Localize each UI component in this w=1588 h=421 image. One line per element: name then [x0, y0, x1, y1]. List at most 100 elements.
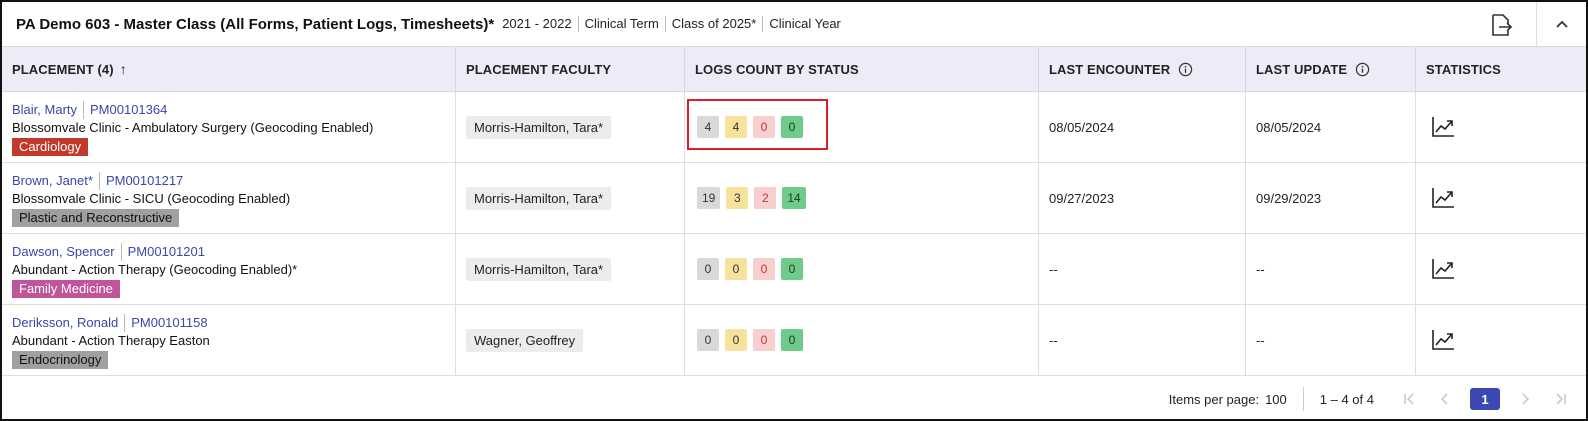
year-type: Clinical Year: [762, 16, 847, 32]
paginator: Items per page: 100 1 – 4 of 4 1: [2, 379, 1586, 419]
placements-table: PLACEMENT (4) ↑ PLACEMENT FACULTY LOGS C…: [2, 46, 1586, 376]
last-encounter-cell: 08/05/2024: [1039, 92, 1246, 162]
placement-id-link[interactable]: PM00101201: [120, 242, 205, 261]
placement-cell: Deriksson, Ronald PM00101158 Abundant - …: [2, 305, 456, 375]
count-approved[interactable]: 0: [781, 116, 803, 138]
table-row: Deriksson, Ronald PM00101158 Abundant - …: [2, 305, 1586, 376]
academic-year: 2021 - 2022: [502, 16, 572, 31]
placement-cell: Blair, Marty PM00101364 Blossomvale Clin…: [2, 92, 456, 162]
count-pending[interactable]: 4: [697, 116, 719, 138]
table-row: Blair, Marty PM00101364 Blossomvale Clin…: [2, 92, 1586, 163]
col-placement-label: PLACEMENT (4): [12, 61, 114, 77]
logs-cell: 0 0 0 0: [685, 234, 1039, 304]
trend-chart-icon[interactable]: [1430, 257, 1456, 281]
logs-cell: 19 3 2 14: [685, 163, 1039, 233]
count-pending[interactable]: 0: [697, 329, 719, 351]
current-page-button[interactable]: 1: [1470, 388, 1500, 410]
faculty-chip: Wagner, Geoffrey: [466, 328, 584, 352]
student-link[interactable]: Dawson, Spencer: [12, 243, 115, 261]
statistics-cell: [1416, 163, 1586, 233]
col-last-update-label: LAST UPDATE: [1256, 61, 1348, 77]
table-row: Dawson, Spencer PM00101201 Abundant - Ac…: [2, 234, 1586, 305]
faculty-chip: Morris-Hamilton, Tara*: [466, 186, 612, 210]
trend-chart-icon[interactable]: [1430, 186, 1456, 210]
specialty-tag: Plastic and Reconstructive: [12, 208, 180, 227]
count-approved[interactable]: 0: [781, 329, 803, 351]
sort-arrow-icon[interactable]: ↑: [120, 61, 127, 77]
specialty-tag: Endocrinology: [12, 350, 109, 369]
export-icon[interactable]: [1488, 12, 1514, 38]
col-logs: LOGS COUNT BY STATUS: [685, 47, 1039, 91]
site-name: Blossomvale Clinic - Ambulatory Surgery …: [12, 119, 374, 135]
last-update-cell: --: [1246, 234, 1416, 304]
last-update-cell: 08/05/2024: [1246, 92, 1416, 162]
placement-cell: Dawson, Spencer PM00101201 Abundant - Ac…: [2, 234, 456, 304]
col-statistics-label: STATISTICS: [1426, 61, 1501, 77]
trend-chart-icon[interactable]: [1430, 328, 1456, 352]
specialty-tag: Cardiology: [12, 137, 89, 156]
count-submitted[interactable]: 0: [725, 329, 747, 351]
last-update-cell: --: [1246, 305, 1416, 375]
student-link[interactable]: Brown, Janet*: [12, 172, 93, 190]
count-submitted[interactable]: 3: [726, 187, 749, 209]
placement-cell: Brown, Janet* PM00101217 Blossomvale Cli…: [2, 163, 456, 233]
trend-chart-icon[interactable]: [1430, 115, 1456, 139]
count-approved[interactable]: 14: [782, 187, 806, 209]
count-rejected[interactable]: 0: [753, 116, 775, 138]
term: Clinical Term: [577, 16, 665, 32]
count-rejected[interactable]: 0: [753, 329, 775, 351]
site-name: Abundant - Action Therapy (Geocoding Ena…: [12, 261, 298, 277]
info-icon[interactable]: [1355, 62, 1370, 77]
student-link[interactable]: Deriksson, Ronald: [12, 314, 118, 332]
faculty-cell: Wagner, Geoffrey: [456, 305, 685, 375]
table-row: Brown, Janet* PM00101217 Blossomvale Cli…: [2, 163, 1586, 234]
count-rejected[interactable]: 0: [753, 258, 775, 280]
count-submitted[interactable]: 0: [725, 258, 747, 280]
col-last-encounter: LAST ENCOUNTER: [1039, 47, 1246, 91]
course-title: PA Demo 603 - Master Class (All Forms, P…: [16, 15, 495, 33]
col-placement[interactable]: PLACEMENT (4) ↑: [2, 47, 456, 91]
count-approved[interactable]: 0: [781, 258, 803, 280]
count-submitted[interactable]: 4: [725, 116, 747, 138]
site-name: Blossomvale Clinic - SICU (Geocoding Ena…: [12, 190, 291, 206]
placement-id-link[interactable]: PM00101217: [98, 171, 183, 190]
last-encounter-cell: --: [1039, 234, 1246, 304]
last-page-icon[interactable]: [1550, 388, 1572, 410]
faculty-chip: Morris-Hamilton, Tara*: [466, 115, 612, 139]
course-header: PA Demo 603 - Master Class (All Forms, P…: [2, 2, 1586, 46]
count-rejected[interactable]: 2: [754, 187, 777, 209]
table-header: PLACEMENT (4) ↑ PLACEMENT FACULTY LOGS C…: [2, 46, 1586, 92]
count-pending[interactable]: 19: [697, 187, 721, 209]
logs-cell: 4 4 0 0: [685, 92, 1039, 162]
placement-id-link[interactable]: PM00101364: [83, 100, 167, 119]
items-per-page-select[interactable]: 100: [1265, 392, 1287, 407]
last-update-cell: 09/29/2023: [1246, 163, 1416, 233]
class-cohort: Class of 2025*: [664, 16, 763, 32]
count-pending[interactable]: 0: [697, 258, 719, 280]
course-meta: 2021 - 2022 Clinical Term Class of 2025*…: [502, 16, 847, 32]
app-frame: PA Demo 603 - Master Class (All Forms, P…: [0, 0, 1588, 421]
chevron-up-icon: [1555, 20, 1568, 28]
logs-cell: 0 0 0 0: [685, 305, 1039, 375]
divider: [1302, 387, 1304, 411]
faculty-cell: Morris-Hamilton, Tara*: [456, 234, 685, 304]
specialty-tag: Family Medicine: [12, 279, 120, 298]
faculty-cell: Morris-Hamilton, Tara*: [456, 163, 685, 233]
next-page-icon[interactable]: [1514, 388, 1536, 410]
placement-id-link[interactable]: PM00101158: [124, 313, 208, 332]
previous-page-icon[interactable]: [1434, 388, 1456, 410]
last-encounter-cell: --: [1039, 305, 1246, 375]
col-faculty-label: PLACEMENT FACULTY: [466, 61, 612, 77]
items-per-page-label: Items per page:: [1168, 391, 1260, 407]
student-link[interactable]: Blair, Marty: [12, 101, 77, 119]
first-page-icon[interactable]: [1398, 388, 1420, 410]
col-last-encounter-label: LAST ENCOUNTER: [1049, 61, 1171, 77]
col-statistics: STATISTICS: [1416, 47, 1586, 91]
collapse-button[interactable]: [1536, 2, 1586, 46]
faculty-chip: Morris-Hamilton, Tara*: [466, 257, 612, 281]
last-encounter-cell: 09/27/2023: [1039, 163, 1246, 233]
info-icon[interactable]: [1178, 62, 1193, 77]
statistics-cell: [1416, 234, 1586, 304]
page-range: 1 – 4 of 4: [1319, 391, 1374, 407]
statistics-cell: [1416, 305, 1586, 375]
